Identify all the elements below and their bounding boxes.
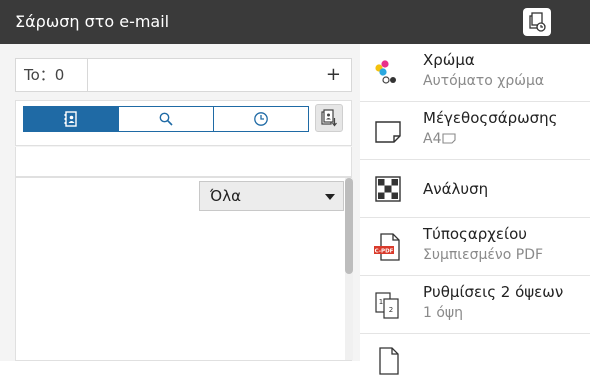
setting-file-type-label: Τύποςαρχείου <box>423 225 527 243</box>
list-scrollbar[interactable] <box>345 178 353 360</box>
tab-address-book[interactable] <box>24 107 119 131</box>
filter-dropdown[interactable]: Όλα <box>199 181 344 211</box>
address-tabs <box>23 106 309 132</box>
chevron-down-icon <box>325 194 335 200</box>
setting-resolution-label: Ανάλυση <box>423 180 489 198</box>
scan-settings-panel: Χρώμα Αυτόματο χρώμα Μέγεθοςσάρωσης A4 Α… <box>360 44 590 375</box>
svg-text:C-PDF: C-PDF <box>375 249 394 255</box>
page-title: Σάρωση στο e-mail <box>15 12 170 31</box>
setting-file-type[interactable]: C-PDF Τύποςαρχείου Συμπιεσμένο PDF <box>360 218 590 276</box>
address-book-sort-button[interactable] <box>315 104 343 132</box>
job-status-icon <box>529 12 546 32</box>
duplex-icon: 1 2 <box>375 292 399 319</box>
resolution-icon <box>375 176 401 202</box>
paper-size-icon <box>375 121 401 143</box>
search-icon <box>159 112 173 126</box>
setting-color-label: Χρώμα <box>423 51 475 69</box>
setting-duplex[interactable]: 1 2 Ρυθμίσεις 2 όψεων 1 όψη <box>360 276 590 334</box>
setting-scan-size[interactable]: Μέγεθοςσάρωσης A4 <box>360 102 590 160</box>
page-orientation-icon <box>442 133 457 144</box>
setting-duplex-label: Ρυθμίσεις 2 όψεων <box>423 283 564 301</box>
document-icon <box>379 347 399 375</box>
address-list[interactable]: Όλα <box>15 177 353 361</box>
add-recipient-button[interactable]: + <box>326 59 341 91</box>
address-book-icon <box>64 111 77 127</box>
setting-more[interactable] <box>360 334 590 392</box>
setting-color-value: Αυτόματο χρώμα <box>423 73 545 89</box>
setting-scan-size-value: A4 <box>423 131 457 147</box>
setting-color[interactable]: Χρώμα Αυτόματο χρώμα <box>360 44 590 102</box>
clock-history-icon <box>254 112 268 126</box>
compact-pdf-icon: C-PDF <box>374 233 400 261</box>
address-index-bar[interactable] <box>15 147 352 177</box>
setting-file-type-value: Συμπιεσμένο PDF <box>423 247 544 263</box>
destination-panel: To：0 + Όλα <box>0 44 360 361</box>
address-tabs-row <box>15 100 352 146</box>
scrollbar-thumb[interactable] <box>345 178 353 274</box>
svg-text:1: 1 <box>379 298 383 306</box>
address-book-sort-icon <box>321 109 337 127</box>
setting-scan-size-label: Μέγεθοςσάρωσης <box>423 109 558 127</box>
setting-resolution[interactable]: Ανάλυση <box>360 160 590 218</box>
svg-text:2: 2 <box>389 306 393 314</box>
filter-selected: Όλα <box>210 187 241 205</box>
tab-history[interactable] <box>214 107 308 131</box>
to-count-label: To：0 <box>24 66 65 84</box>
tab-search[interactable] <box>119 107 214 131</box>
to-recipients-field[interactable]: To：0 + <box>15 58 352 92</box>
job-status-button[interactable] <box>523 8 551 36</box>
title-bar: Σάρωση στο e-mail <box>0 0 590 44</box>
setting-duplex-value: 1 όψη <box>423 305 464 321</box>
color-dots-icon <box>375 60 396 84</box>
